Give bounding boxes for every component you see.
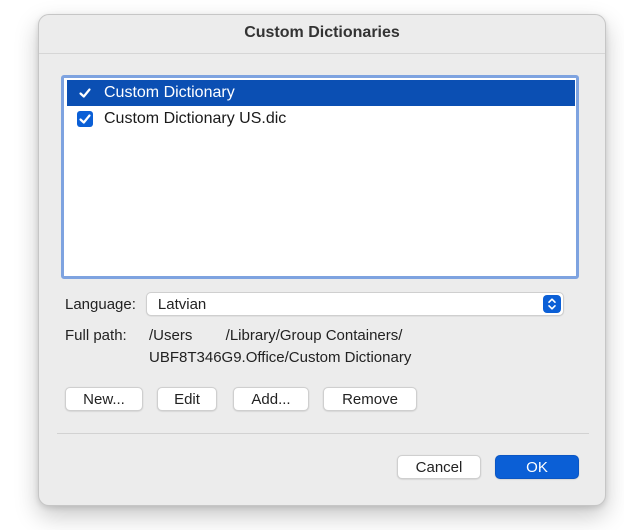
custom-dictionaries-dialog: Custom Dictionaries Custom Dictionary Cu… [38, 14, 606, 506]
title-divider [39, 53, 605, 54]
full-path-line-1: /Users /Library/Group Containers/ [149, 327, 403, 344]
dictionary-checkbox[interactable] [77, 111, 93, 127]
dictionary-item[interactable]: Custom Dictionary US.dic [67, 106, 575, 132]
language-select[interactable]: Latvian [145, 292, 564, 316]
dictionary-list[interactable]: Custom Dictionary Custom Dictionary US.d… [61, 75, 579, 279]
dictionary-item[interactable]: Custom Dictionary [67, 80, 575, 106]
full-path-label: Full path: [65, 327, 127, 344]
checkmark-icon [79, 88, 91, 98]
bottom-divider [57, 433, 589, 434]
remove-button[interactable]: Remove [323, 387, 417, 411]
cancel-button[interactable]: Cancel [397, 455, 481, 479]
ok-button[interactable]: OK [495, 455, 579, 479]
dictionary-checkbox[interactable] [77, 85, 93, 101]
full-path-line-2: UBF8T346G9.Office/Custom Dictionary [149, 349, 412, 366]
add-button[interactable]: Add... [233, 387, 309, 411]
chevron-up-down-icon[interactable] [542, 295, 561, 313]
new-button[interactable]: New... [65, 387, 143, 411]
language-row: Language: Latvian [65, 291, 564, 317]
dictionary-label: Custom Dictionary [104, 84, 235, 101]
language-value: Latvian [157, 295, 207, 313]
language-label: Language: [65, 295, 136, 313]
checkmark-icon [79, 114, 91, 124]
dictionary-label: Custom Dictionary US.dic [104, 110, 287, 127]
dialog-title: Custom Dictionaries [244, 24, 400, 41]
edit-button[interactable]: Edit [157, 387, 217, 411]
